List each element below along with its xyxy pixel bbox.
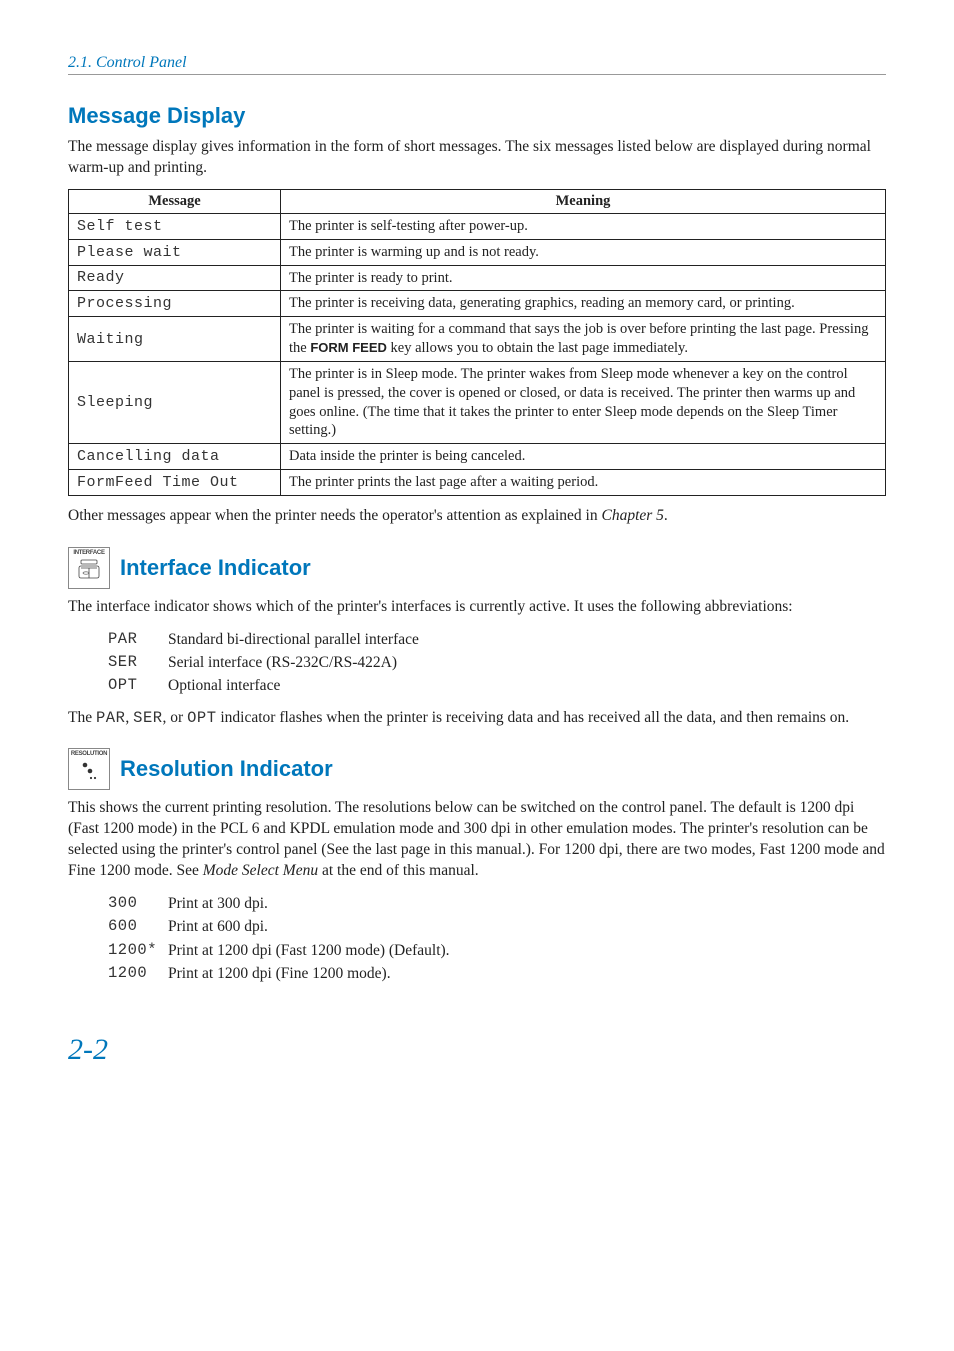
interface-abbr-list: PARStandard bi-directional parallel inte…	[108, 628, 886, 698]
message-table: Message Meaning Self testThe printer is …	[68, 189, 886, 496]
meaning-cell: Data inside the printer is being cancele…	[281, 444, 886, 470]
meaning-cell: The printer is receiving data, generatin…	[281, 291, 886, 317]
meaning-cell: The printer prints the last page after a…	[281, 470, 886, 496]
message-display-intro: The message display gives information in…	[68, 137, 886, 179]
meaning-cell: The printer is in Sleep mode. The printe…	[281, 361, 886, 443]
list-item: 300Print at 300 dpi.	[108, 892, 886, 915]
list-item: 1200*Print at 1200 dpi (Fast 1200 mode) …	[108, 939, 886, 962]
resolution-icon: RESOLUTION	[68, 748, 110, 790]
col-header-meaning: Meaning	[281, 189, 886, 213]
message-cell: Please wait	[69, 239, 281, 265]
message-cell: Ready	[69, 265, 281, 291]
table-row: Self testThe printer is self-testing aft…	[69, 213, 886, 239]
resolution-intro: This shows the current printing resoluti…	[68, 798, 886, 882]
divider-top	[68, 74, 886, 75]
port-icon	[75, 558, 103, 582]
table-row: Please waitThe printer is warming up and…	[69, 239, 886, 265]
message-cell: Waiting	[69, 317, 281, 362]
table-row: ProcessingThe printer is receiving data,…	[69, 291, 886, 317]
message-cell: Cancelling data	[69, 444, 281, 470]
resolution-list: 300Print at 300 dpi.600Print at 600 dpi.…	[108, 892, 886, 985]
table-row: ReadyThe printer is ready to print.	[69, 265, 886, 291]
interface-intro: The interface indicator shows which of t…	[68, 597, 886, 618]
message-cell: Processing	[69, 291, 281, 317]
meaning-cell: The printer is ready to print.	[281, 265, 886, 291]
message-cell: Sleeping	[69, 361, 281, 443]
dots-icon	[76, 759, 102, 783]
page-number: 2-2	[68, 1033, 886, 1067]
list-item: 1200Print at 1200 dpi (Fine 1200 mode).	[108, 962, 886, 985]
table-row: WaitingThe printer is waiting for a comm…	[69, 317, 886, 362]
heading-message-display: Message Display	[68, 103, 886, 129]
table-row: Cancelling dataData inside the printer i…	[69, 444, 886, 470]
heading-interface-indicator: INTERFACE Interface Indicator	[68, 547, 886, 589]
list-item: 600Print at 600 dpi.	[108, 915, 886, 938]
table-row: SleepingThe printer is in Sleep mode. Th…	[69, 361, 886, 443]
interface-icon: INTERFACE	[68, 547, 110, 589]
heading-resolution-indicator: RESOLUTION Resolution Indicator	[68, 748, 886, 790]
meaning-cell: The printer is warming up and is not rea…	[281, 239, 886, 265]
interface-tail: The PAR, SER, or OPT indicator flashes w…	[68, 708, 886, 729]
col-header-message: Message	[69, 189, 281, 213]
meaning-cell: The printer is self-testing after power-…	[281, 213, 886, 239]
message-cell: FormFeed Time Out	[69, 470, 281, 496]
list-item: OPTOptional interface	[108, 674, 886, 697]
table-row: FormFeed Time OutThe printer prints the …	[69, 470, 886, 496]
list-item: PARStandard bi-directional parallel inte…	[108, 628, 886, 651]
message-display-outro: Other messages appear when the printer n…	[68, 506, 886, 527]
list-item: SERSerial interface (RS-232C/RS-422A)	[108, 651, 886, 674]
message-cell: Self test	[69, 213, 281, 239]
meaning-cell: The printer is waiting for a command tha…	[281, 317, 886, 362]
breadcrumb: 2.1. Control Panel	[68, 54, 886, 72]
